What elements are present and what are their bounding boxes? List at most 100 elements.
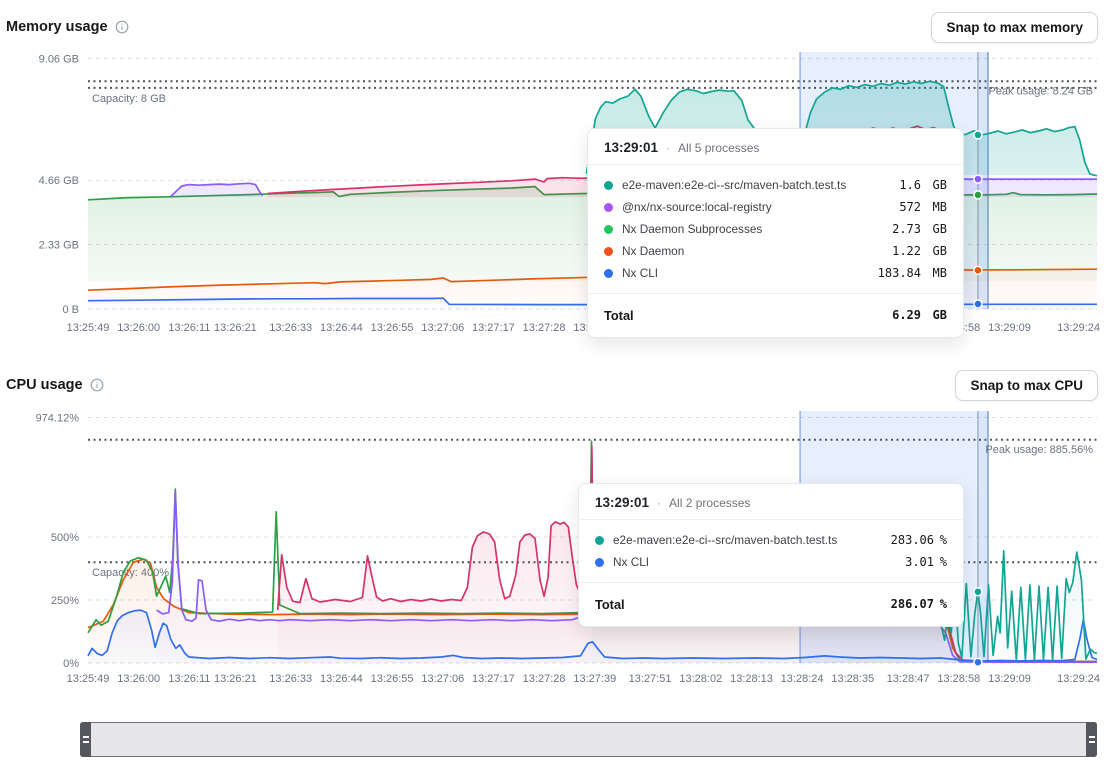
hover-marker: [974, 191, 982, 199]
memory-section: Memory usage Snap to max memory 9.06 GB 4…: [0, 0, 1118, 340]
tooltip-time: 13:29:01: [604, 140, 658, 155]
x-axis-label: 13:29:24: [1057, 322, 1100, 334]
series-dot: [595, 536, 604, 545]
y-axis-label: 0%: [63, 658, 79, 670]
memory-header: Memory usage Snap to max memory: [0, 0, 1118, 44]
timeline-brush-track[interactable]: [80, 722, 1097, 757]
x-axis-label: 13:26:33: [269, 673, 312, 685]
divider: [588, 164, 963, 165]
x-axis-label: 13:26:11: [168, 673, 210, 685]
memory-chart-area: 9.06 GB 4.66 GB 2.33 GB 0 B Capacity: 8 GB Pe…: [0, 44, 1118, 340]
process-value: 1.22: [869, 244, 921, 258]
process-unit: GB: [921, 178, 947, 192]
snap-to-max-memory-button[interactable]: Snap to max memory: [931, 12, 1098, 43]
x-axis-label: 13:28:47: [887, 673, 930, 685]
process-name: Nx CLI: [613, 555, 649, 569]
y-axis-label: 974.12%: [36, 413, 80, 425]
cpu-tooltip: 13:29:01 · All 2 processes e2e-maven:e2e…: [578, 483, 964, 627]
total-label: Total: [595, 597, 625, 612]
process-value: 3.01: [882, 555, 934, 569]
process-unit: GB: [921, 222, 947, 236]
x-axis-label: 13:25:49: [67, 322, 110, 334]
total-value: 6.29: [869, 308, 921, 322]
x-axis-label: 13:26:11: [168, 322, 210, 334]
y-axis-label: 9.06 GB: [39, 54, 79, 66]
process-value: 2.73: [869, 222, 921, 236]
cpu-section: CPU usage Snap to max CPU 974.12% 500% 250…: [0, 358, 1118, 690]
x-axis-label: 13:26:44: [320, 322, 363, 334]
tooltip-row: Nx Daemon Subprocesses 2.73 GB: [604, 218, 947, 240]
total-label: Total: [604, 308, 634, 323]
process-value: 283.06: [882, 533, 934, 547]
capacity-label: Capacity: 8 GB: [92, 93, 166, 105]
x-axis-label: 13:26:55: [371, 673, 414, 685]
total-unit: GB: [921, 308, 947, 322]
memory-title: Memory usage: [6, 19, 108, 35]
x-axis-label: 13:29:09: [988, 673, 1031, 685]
x-axis-label: 13:27:06: [421, 322, 464, 334]
y-axis-label: 0 B: [62, 304, 79, 316]
x-axis-label: 13:28:24: [781, 673, 824, 685]
x-axis-label: 13:26:00: [117, 322, 160, 334]
info-icon[interactable]: [115, 20, 129, 34]
x-axis-label: 13:28:35: [831, 673, 874, 685]
tooltip-row: Nx CLI 3.01 %: [595, 551, 947, 573]
x-axis-label: 13:27:17: [472, 322, 515, 334]
cpu-chart-area: 974.12%500%250%0%Capacity: 400%Peak usag…: [0, 402, 1118, 690]
series-dot: [595, 558, 604, 567]
total-value: 286.07: [882, 597, 934, 611]
x-axis-label: 13:28:58: [937, 673, 980, 685]
tooltip-row: Nx Daemon 1.22 GB: [604, 240, 947, 262]
tooltip-row: Nx CLI 183.84 MB: [604, 262, 947, 284]
x-axis-label: 13:27:28: [523, 673, 566, 685]
x-axis-label: 13:27:17: [472, 673, 515, 685]
brush-handle-right[interactable]: [1086, 722, 1097, 757]
series-dot: [604, 203, 613, 212]
y-axis-label: 250%: [51, 595, 79, 607]
process-value: 183.84: [869, 266, 921, 280]
x-axis-label: 13:28:02: [679, 673, 722, 685]
divider: [579, 582, 963, 583]
y-axis-label: 500%: [51, 532, 79, 544]
x-axis-label: 13:26:21: [214, 673, 257, 685]
divider: [579, 519, 963, 520]
tooltip-row: @nx/nx-source:local-registry 572 MB: [604, 196, 947, 218]
tooltip-total-row: Total 6.29 GB: [604, 303, 947, 327]
process-value: 572: [869, 200, 921, 214]
x-axis-label: 13:29:09: [988, 322, 1031, 334]
y-axis-label: 4.66 GB: [39, 175, 79, 187]
tooltip-subtitle: All 2 processes: [669, 496, 750, 510]
series-dot: [604, 225, 613, 234]
x-axis-label: 13:27:28: [523, 322, 566, 334]
process-unit: MB: [921, 266, 947, 280]
peak-label: Peak usage: 885.56%: [985, 444, 1093, 456]
hover-marker: [974, 300, 982, 308]
hover-marker: [974, 175, 982, 183]
tooltip-header: 13:29:01 · All 2 processes: [595, 495, 947, 510]
cpu-header: CPU usage Snap to max CPU: [0, 358, 1118, 402]
process-name: Nx Daemon: [622, 244, 684, 258]
total-unit: %: [934, 597, 947, 611]
y-axis-label: 2.33 GB: [39, 240, 79, 252]
hover-marker: [974, 266, 982, 274]
process-value: 1.6: [869, 178, 921, 192]
x-axis-label: 13:27:39: [573, 673, 616, 685]
snap-to-max-cpu-button[interactable]: Snap to max CPU: [955, 370, 1098, 401]
process-name: e2e-maven:e2e-ci--src/maven-batch.test.t…: [613, 533, 837, 547]
x-axis-label: 13:28:13: [730, 673, 773, 685]
tooltip-time: 13:29:01: [595, 495, 649, 510]
hover-marker: [974, 658, 982, 666]
memory-tooltip: 13:29:01 · All 5 processes e2e-maven:e2e…: [587, 128, 964, 338]
profiler-page: Memory usage Snap to max memory 9.06 GB 4…: [0, 0, 1118, 757]
brush-handle-left[interactable]: [80, 722, 91, 757]
hover-marker: [974, 131, 982, 139]
divider: [588, 293, 963, 294]
x-axis-label: 13:26:55: [371, 322, 414, 334]
peak-label: Peak usage: 8.24 GB: [988, 85, 1093, 97]
info-icon[interactable]: [90, 378, 104, 392]
cpu-title: CPU usage: [6, 377, 83, 393]
x-axis-label: 13:27:06: [421, 673, 464, 685]
process-name: Nx CLI: [622, 266, 658, 280]
x-axis-label: 13:26:33: [269, 322, 312, 334]
tooltip-subtitle: All 5 processes: [678, 141, 759, 155]
